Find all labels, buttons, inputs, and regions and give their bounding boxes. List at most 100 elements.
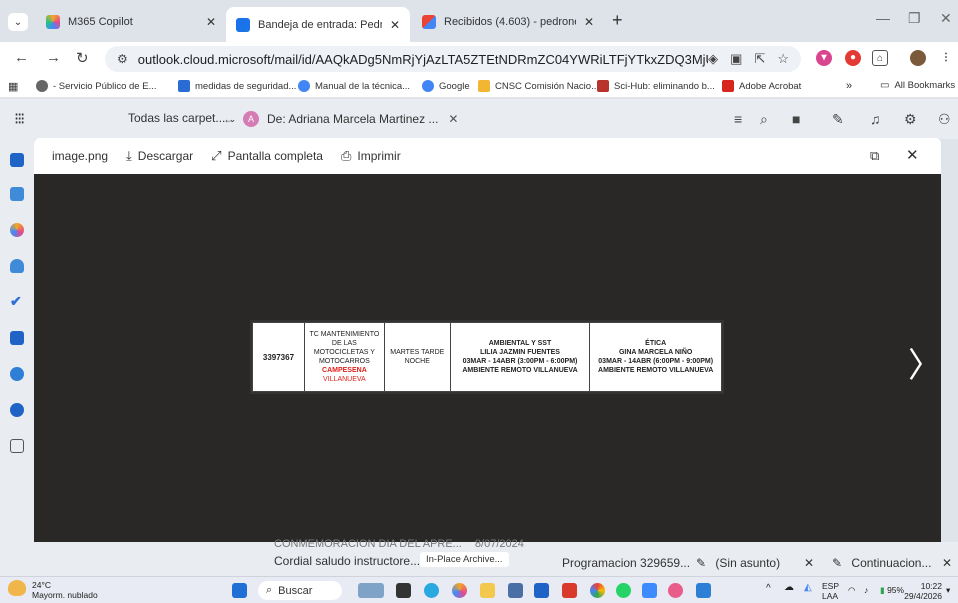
tab-search-button[interactable]: ⌄ (8, 13, 28, 31)
volume-icon[interactable]: ♪ (864, 585, 868, 595)
bookmark-star-icon[interactable]: ☆ (777, 51, 789, 67)
tab-gmail-inbox[interactable]: Recibidos (4.603) - pedronel.castr ✕ (412, 8, 604, 36)
share-icon[interactable]: ⇱ (754, 51, 765, 67)
profile-avatar[interactable] (910, 50, 926, 66)
calendar-icon[interactable] (10, 187, 24, 201)
bookmark-label: Adobe Acrobat (739, 80, 802, 92)
copilot-icon[interactable] (10, 223, 24, 237)
app-launcher-icon[interactable]: ⁝⁝⁝ (14, 109, 25, 129)
bookmark-manual-tecnica[interactable]: Manual de la técnica... (298, 80, 410, 92)
extension-eye-icon[interactable]: ◈ (708, 51, 718, 67)
battery-indicator[interactable]: ▮ 95% (880, 585, 904, 595)
bookmark-medidas-seguridad[interactable]: medidas de seguridad... (178, 80, 296, 92)
notifications-bell-icon[interactable]: ♫ (870, 111, 881, 127)
forward-icon[interactable]: → (46, 49, 61, 66)
cloud-icon[interactable]: ☁ (784, 583, 794, 593)
shield-extension-icon[interactable]: ▾ (816, 50, 832, 66)
search-icon[interactable]: ⌕ (760, 111, 768, 128)
fullscreen-button[interactable]: ⤢ Pantalla completa (211, 148, 323, 164)
clipboard-icon[interactable]: ▣ (730, 51, 742, 67)
account-icon[interactable]: ⚇ (938, 111, 951, 128)
bookmark-servicio-publico[interactable]: - Servicio Público de E... (36, 80, 157, 92)
bookmark-adobe-acrobat[interactable]: Adobe Acrobat (722, 80, 801, 92)
clock[interactable]: 10:22 29/4/2026 (904, 581, 942, 601)
org-chart-icon[interactable] (10, 367, 24, 381)
draft-tab-continuacion[interactable]: ✎ Continuacion... (832, 556, 931, 570)
open-new-window-icon[interactable]: ⧉ (870, 148, 879, 164)
photos-icon[interactable] (642, 583, 657, 598)
show-hidden-icons-chevron-icon[interactable]: ^ (766, 584, 771, 594)
draft-tab-programacion[interactable]: Programacion 329659... (562, 556, 690, 570)
more-apps-icon[interactable] (10, 439, 24, 453)
wifi-icon[interactable]: ◠ (848, 585, 855, 595)
edge-icon[interactable] (424, 583, 439, 598)
minimize-icon[interactable]: — (876, 10, 890, 26)
weather-widget[interactable]: 24°C Mayorm. nublado (8, 580, 98, 600)
restore-icon[interactable]: ❐ (908, 10, 921, 27)
site-info-icon[interactable]: ⚙ (117, 52, 128, 66)
notes-icon[interactable] (10, 331, 24, 345)
bookmark-scihub[interactable]: Sci-Hub: eliminando b... (597, 80, 715, 92)
all-bookmarks-button[interactable]: ▭ All Bookmarks (880, 80, 955, 91)
next-image-chevron-icon[interactable]: 〉 (908, 338, 942, 387)
close-viewer-icon[interactable]: ✕ (906, 146, 919, 164)
close-icon[interactable]: ✕ (206, 15, 216, 29)
close-icon[interactable]: ✕ (448, 112, 458, 126)
tab-m365-copilot[interactable]: M365 Copilot ✕ (36, 8, 226, 36)
outlook-icon[interactable] (534, 583, 549, 598)
bookmarks-overflow-button[interactable]: » (846, 80, 852, 92)
extensions-puzzle-icon[interactable]: ⌂ (872, 50, 888, 66)
close-icon[interactable]: ✕ (942, 556, 952, 570)
taskbar-search[interactable]: ⌕ Buscar (258, 581, 342, 600)
apps-grid-icon[interactable]: ▦ (8, 80, 18, 93)
notification-center-icon[interactable]: ▾ (946, 585, 950, 595)
task-view-icon[interactable] (396, 583, 411, 598)
widgets-icon[interactable] (358, 583, 384, 598)
google-drive-icon[interactable]: ◭ (804, 583, 812, 593)
settings-gear-icon[interactable]: ⚙ (904, 111, 917, 128)
back-arrow-icon[interactable]: ← (223, 112, 235, 126)
todo-check-icon[interactable]: ✔ (10, 294, 24, 308)
new-tab-button[interactable]: + (612, 10, 623, 31)
onedrive-icon[interactable] (10, 403, 24, 417)
mail-app-icon[interactable] (696, 583, 711, 598)
pencil-icon: ✎ (832, 556, 843, 570)
cnsc-icon (478, 80, 490, 92)
windows-taskbar: 24°C Mayorm. nublado ⌕ Buscar ^ ☁ ◭ ESP … (0, 576, 958, 603)
teams-icon[interactable]: ■ (792, 111, 800, 127)
chrome-icon[interactable] (590, 583, 605, 598)
people-icon[interactable] (10, 259, 24, 273)
browser-toolbar: ← → ↻ ⚙ outlook.cloud.microsoft/mail/id/… (0, 42, 958, 76)
store-icon[interactable] (508, 583, 523, 598)
file-explorer-icon[interactable] (480, 583, 495, 598)
draft-tab-sin-asunto[interactable]: ✎ (Sin asunto) (696, 556, 780, 570)
close-window-icon[interactable]: ✕ (940, 10, 952, 27)
address-bar[interactable]: ⚙ outlook.cloud.microsoft/mail/id/AAQkAD… (105, 46, 801, 72)
windows-start-icon[interactable] (232, 583, 247, 598)
schedule-table: 3397367 TC MANTENIMIENTO DE LAS MOTOCICL… (252, 322, 722, 392)
folder-scope-dropdown[interactable]: Todas las carpet... ⌄ (128, 111, 236, 125)
print-button[interactable]: ⎙ Imprimir (341, 148, 401, 164)
mail-icon[interactable] (10, 153, 24, 167)
adblock-extension-icon[interactable]: ● (845, 50, 861, 66)
bookmark-cnsc[interactable]: CNSC Comisión Nacio... (478, 80, 599, 92)
battery-icon: ▮ (880, 585, 885, 595)
compose-icon[interactable]: ✎ (832, 111, 844, 128)
language-indicator[interactable]: ESP LAA (822, 581, 839, 601)
outlook-icon (236, 17, 250, 32)
whatsapp-icon[interactable] (616, 583, 631, 598)
close-icon[interactable]: ✕ (804, 556, 814, 570)
mcafee-icon[interactable] (562, 583, 577, 598)
menu-dots-icon[interactable]: ⋮ (938, 50, 954, 66)
search-filter-from[interactable]: ← A De: Adriana Marcela Martinez ... ✕ (223, 107, 458, 131)
download-button[interactable]: ⤓ Descargar (126, 148, 193, 164)
back-icon[interactable]: ← (14, 49, 29, 66)
tab-outlook-inbox[interactable]: Bandeja de entrada: Pedro Nel Ca ✕ (226, 7, 410, 42)
close-icon[interactable]: ✕ (390, 18, 400, 32)
close-icon[interactable]: ✕ (584, 15, 594, 29)
filter-icon[interactable]: ≡ (734, 111, 742, 127)
copilot-icon[interactable] (452, 583, 467, 598)
reload-icon[interactable]: ↻ (76, 49, 89, 67)
app-icon[interactable] (668, 583, 683, 598)
bookmark-google[interactable]: Google (422, 80, 470, 92)
